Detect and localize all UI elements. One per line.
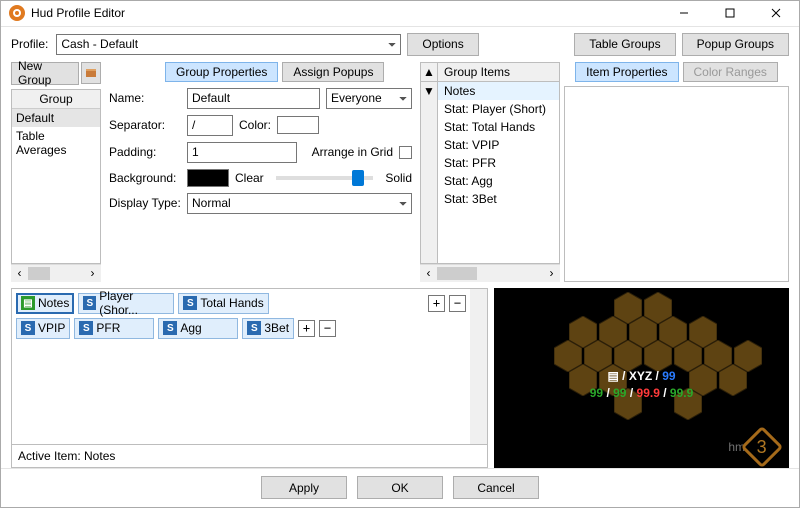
background-color-picker[interactable] (187, 169, 229, 187)
profile-select[interactable]: Cash - Default (56, 34, 401, 55)
ok-button[interactable]: OK (357, 476, 443, 499)
profile-label: Profile: (11, 37, 48, 51)
name-input[interactable] (187, 88, 320, 109)
solid-label: Solid (385, 171, 412, 185)
maximize-button[interactable] (707, 1, 753, 26)
scroll-left-icon[interactable]: ‹ (420, 265, 437, 282)
close-button[interactable] (753, 1, 799, 26)
hud-preview: ▤ / XYZ / 99 99 / 99 / 99.9 / 99.9 hm (494, 288, 789, 468)
options-button[interactable]: Options (407, 33, 478, 56)
scroll-right-icon[interactable]: › (543, 265, 560, 282)
delete-group-button[interactable] (81, 62, 101, 84)
group-list: Group Default Table Averages (11, 89, 101, 264)
name-label: Name: (109, 91, 187, 105)
group-item[interactable]: Stat: Agg (438, 172, 559, 190)
group-list-item[interactable]: Table Averages (12, 127, 100, 159)
preview-hands: 99 (662, 369, 675, 383)
color-picker[interactable] (277, 116, 319, 134)
add-column-button[interactable]: + (298, 320, 315, 337)
group-item[interactable]: Stat: Player (Short) (438, 100, 559, 118)
app-icon (9, 5, 25, 21)
notes-icon: ▤ (21, 296, 35, 310)
scope-select[interactable]: Everyone (326, 88, 412, 109)
tab-color-ranges[interactable]: Color Ranges (683, 62, 778, 82)
table-groups-button[interactable]: Table Groups (574, 33, 675, 56)
color-label: Color: (239, 118, 271, 132)
group-item[interactable]: Stat: VPIP (438, 136, 559, 154)
stat-chip[interactable]: S PFR (74, 318, 154, 339)
clear-label: Clear (235, 171, 264, 185)
preview-agg: 99.9 (637, 386, 660, 400)
title-bar: Hud Profile Editor (1, 1, 799, 27)
display-type-label: Display Type: (109, 196, 187, 210)
group-item[interactable]: Notes (438, 82, 559, 100)
stat-icon: S (163, 321, 177, 335)
group-item[interactable]: Stat: PFR (438, 154, 559, 172)
stat-icon: S (183, 296, 197, 310)
apply-button[interactable]: Apply (261, 476, 347, 499)
layout-vscroll[interactable] (470, 289, 487, 444)
padding-input[interactable] (187, 142, 297, 163)
scroll-left-icon[interactable]: ‹ (11, 265, 28, 282)
remove-column-button[interactable]: − (319, 320, 336, 337)
arrange-grid-checkbox[interactable] (399, 146, 412, 159)
group-list-hscroll[interactable]: ‹ › (11, 264, 101, 282)
hm3-logo: hm 3 (728, 432, 777, 462)
add-column-button[interactable]: + (428, 295, 445, 312)
arrange-grid-label: Arrange in Grid (312, 145, 393, 159)
popup-groups-button[interactable]: Popup Groups (682, 33, 789, 56)
stat-chip[interactable]: S Total Hands (178, 293, 268, 314)
stat-icon: S (21, 321, 35, 335)
window-title: Hud Profile Editor (31, 6, 661, 20)
group-item[interactable]: Stat: Total Hands (438, 118, 559, 136)
remove-column-button[interactable]: − (449, 295, 466, 312)
cancel-button[interactable]: Cancel (453, 476, 539, 499)
scroll-right-icon[interactable]: › (84, 265, 101, 282)
new-group-button[interactable]: New Group (11, 62, 79, 85)
active-item-label: Active Item: Notes (12, 444, 487, 467)
minimize-button[interactable] (661, 1, 707, 26)
move-item-down-button[interactable]: ▼ (421, 82, 438, 263)
display-type-select[interactable]: Normal (187, 193, 412, 214)
preview-vpip: 99 (590, 386, 603, 400)
background-label: Background: (109, 171, 187, 185)
group-list-item[interactable]: Default (12, 109, 100, 127)
preview-player-name: XYZ (629, 369, 652, 383)
stat-chip[interactable]: S VPIP (16, 318, 70, 339)
group-items-list: ▼ Notes Stat: Player (Short) Stat: Total… (420, 82, 560, 264)
move-item-up-button[interactable]: ▲ (420, 62, 437, 82)
tab-group-properties[interactable]: Group Properties (165, 62, 278, 82)
separator-input[interactable] (187, 115, 233, 136)
layout-pane: ▤ Notes S Player (Shor... S Total Hands (11, 288, 488, 468)
stat-icon: S (247, 321, 261, 335)
group-item[interactable]: Stat: 3Bet (438, 190, 559, 208)
stat-chip[interactable]: S Player (Shor... (78, 293, 174, 314)
preview-pfr: 99 (613, 386, 626, 400)
padding-label: Padding: (109, 145, 187, 159)
stat-chip[interactable]: S Agg (158, 318, 238, 339)
tab-assign-popups[interactable]: Assign Popups (282, 62, 384, 82)
stat-chip[interactable]: S 3Bet (242, 318, 294, 339)
item-properties-panel (564, 86, 789, 282)
group-list-header: Group (12, 90, 100, 109)
group-items-header: Group Items (437, 62, 560, 82)
stat-icon: S (83, 296, 96, 310)
preview-3bet: 99.9 (670, 386, 693, 400)
stat-chip-notes[interactable]: ▤ Notes (16, 293, 74, 314)
separator-label: Separator: (109, 118, 187, 132)
tab-item-properties[interactable]: Item Properties (575, 62, 678, 82)
opacity-slider[interactable] (276, 176, 374, 180)
group-items-hscroll[interactable]: ‹ › (420, 264, 560, 282)
stat-icon: S (79, 321, 93, 335)
preview-notes-icon: ▤ (607, 369, 618, 383)
